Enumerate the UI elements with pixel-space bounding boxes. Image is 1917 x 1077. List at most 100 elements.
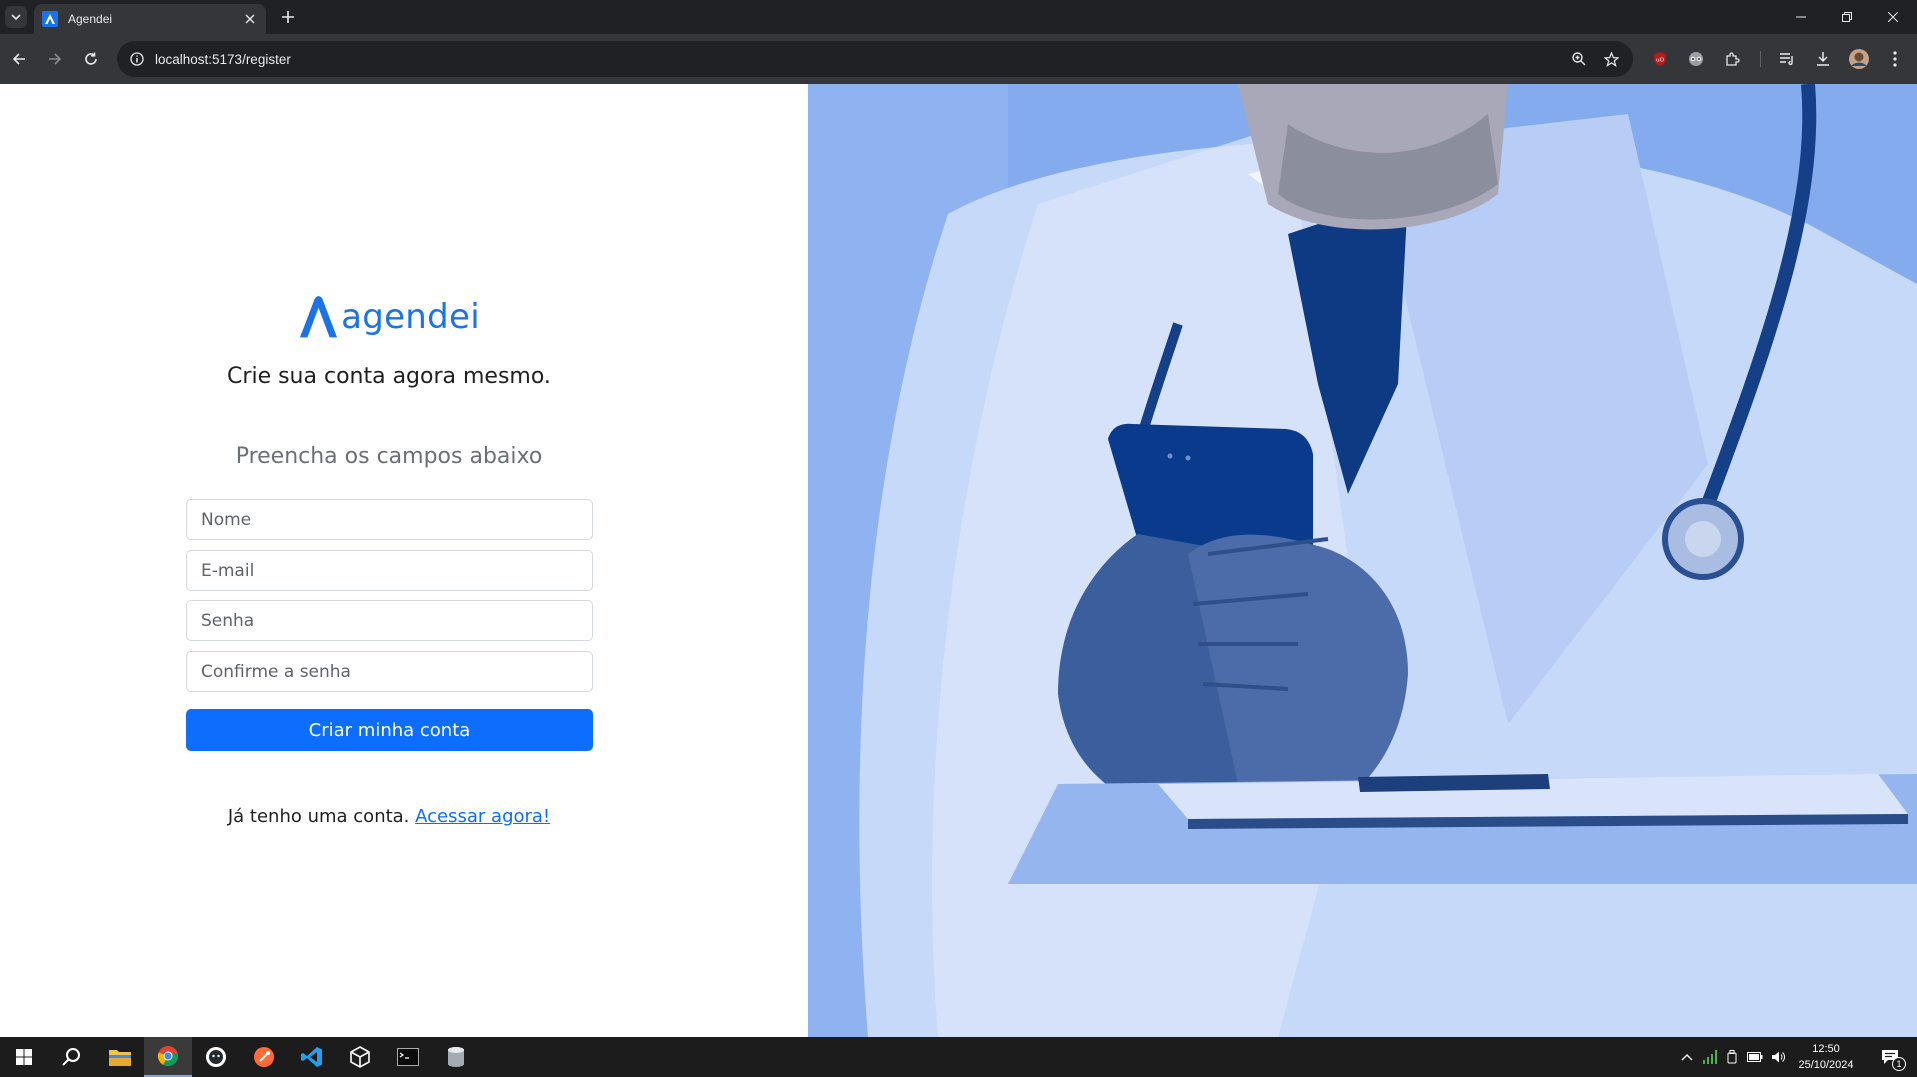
- agendei-favicon-icon: [42, 11, 58, 27]
- agendei-logo-icon: [300, 296, 338, 338]
- vscode-icon: [301, 1047, 322, 1067]
- browser-toolbar: localhost:5173/register uO: [0, 34, 1917, 84]
- page-title: Crie sua conta agora mesmo.: [227, 364, 551, 389]
- speaker-icon: [1772, 1051, 1785, 1063]
- battery-status[interactable]: [1744, 1037, 1766, 1077]
- bookmark-button[interactable]: [1601, 49, 1621, 69]
- doctor-illustration: [808, 84, 1917, 1037]
- start-button[interactable]: [0, 1037, 48, 1077]
- notification-center-button[interactable]: 1: [1872, 1037, 1908, 1077]
- database-icon: [448, 1047, 464, 1067]
- eyes-extension-button[interactable]: [1684, 47, 1708, 71]
- extensions-button[interactable]: [1721, 47, 1745, 71]
- minimize-icon: [1796, 16, 1806, 18]
- avatar: [1849, 49, 1869, 69]
- close-window-button[interactable]: [1870, 0, 1916, 34]
- plus-icon: [282, 11, 294, 23]
- zoom-button[interactable]: [1569, 49, 1589, 69]
- profile-button[interactable]: [1847, 47, 1871, 71]
- notification-count-badge: 1: [1892, 1057, 1906, 1071]
- restore-icon: [1842, 12, 1852, 22]
- chrome-icon: [157, 1046, 178, 1067]
- eyes-icon: [1689, 52, 1703, 66]
- windows-taskbar: 12:50 25/10/2024 1: [0, 1037, 1917, 1077]
- clock-time: 12:50: [1812, 1043, 1840, 1055]
- more-vertical-icon: [1893, 51, 1897, 67]
- star-icon: [1603, 51, 1619, 67]
- toolbar-divider: [1760, 51, 1761, 67]
- svg-text:uO: uO: [1656, 58, 1664, 64]
- password-input[interactable]: [186, 600, 593, 641]
- minimize-button[interactable]: [1778, 0, 1824, 34]
- tab-search-button[interactable]: [5, 6, 27, 28]
- reload-icon: [85, 52, 97, 65]
- page-viewport: agendei Crie sua conta agora mesmo. Pree…: [0, 84, 1917, 1037]
- windows-logo-icon: [16, 1049, 32, 1065]
- usb-drive-icon: [1727, 1050, 1737, 1064]
- chevron-up-icon: [1681, 1054, 1693, 1061]
- reload-button[interactable]: [79, 47, 103, 71]
- close-icon: [1888, 12, 1898, 22]
- ublock-icon: uO: [1654, 52, 1666, 66]
- volume-control[interactable]: [1768, 1037, 1788, 1077]
- tab-strip: Agendei: [0, 0, 1917, 34]
- url-text: localhost:5173/register: [155, 51, 291, 67]
- database-app-button[interactable]: [432, 1037, 480, 1077]
- download-icon: [1817, 52, 1829, 66]
- back-button[interactable]: [7, 47, 31, 71]
- search-icon: [62, 1048, 80, 1066]
- chevron-down-icon: [11, 14, 21, 21]
- ublock-extension-button[interactable]: uO: [1648, 47, 1672, 71]
- address-bar[interactable]: localhost:5173/register: [117, 41, 1633, 77]
- register-panel: agendei Crie sua conta agora mesmo. Pree…: [0, 84, 808, 1037]
- file-explorer-button[interactable]: [96, 1037, 144, 1077]
- arrow-right-icon: [49, 53, 62, 65]
- network-status[interactable]: [1700, 1037, 1720, 1077]
- terminal-button[interactable]: [384, 1037, 432, 1077]
- form-subtitle: Preencha os campos abaixo: [235, 444, 543, 469]
- folder-icon: [109, 1050, 131, 1066]
- battery-icon: [1747, 1052, 1763, 1062]
- logo-text: agendei: [341, 297, 480, 337]
- browser-menu-button[interactable]: [1883, 47, 1907, 71]
- site-info-button[interactable]: [127, 49, 147, 69]
- name-input[interactable]: [186, 499, 593, 540]
- tab-close-button[interactable]: [242, 11, 258, 27]
- signal-bars-icon: [1703, 1050, 1717, 1064]
- login-prompt-text: Já tenho uma conta.: [227, 806, 410, 827]
- close-icon: [245, 14, 255, 24]
- email-input[interactable]: [186, 550, 593, 591]
- chrome-taskbar-button[interactable]: [144, 1037, 192, 1077]
- media-controls-button[interactable]: [1775, 47, 1799, 71]
- brand-logo: agendei: [300, 294, 480, 340]
- login-link[interactable]: Acessar agora!: [415, 806, 550, 827]
- usb-status[interactable]: [1722, 1037, 1742, 1077]
- search-button[interactable]: [48, 1037, 96, 1077]
- postman-button[interactable]: [240, 1037, 288, 1077]
- confirm-password-input[interactable]: [186, 651, 593, 692]
- hero-image: [808, 84, 1917, 1037]
- login-prompt: Já tenho uma conta. Acessar agora!: [0, 806, 778, 827]
- system-clock[interactable]: 12:50 25/10/2024: [1786, 1041, 1866, 1073]
- vscode-button[interactable]: [288, 1037, 336, 1077]
- playlist-icon: [1780, 53, 1793, 66]
- postman-icon: [254, 1047, 274, 1067]
- github-desktop-button[interactable]: [192, 1037, 240, 1077]
- forward-button[interactable]: [43, 47, 67, 71]
- arrow-left-icon: [12, 53, 25, 65]
- cube-icon: [350, 1046, 370, 1068]
- info-icon: [130, 52, 144, 66]
- tab-title: Agendei: [68, 12, 113, 26]
- zoom-icon: [1572, 52, 1586, 66]
- virtualbox-button[interactable]: [336, 1037, 384, 1077]
- terminal-icon: [397, 1048, 419, 1066]
- restore-button[interactable]: [1824, 0, 1870, 34]
- new-tab-button[interactable]: [278, 7, 298, 27]
- browser-tab[interactable]: Agendei: [34, 4, 266, 34]
- downloads-button[interactable]: [1811, 47, 1835, 71]
- github-icon: [206, 1047, 226, 1067]
- puzzle-icon: [1726, 52, 1740, 66]
- create-account-button[interactable]: Criar minha conta: [186, 709, 593, 751]
- show-hidden-icons-button[interactable]: [1676, 1037, 1698, 1077]
- clock-date: 25/10/2024: [1798, 1059, 1854, 1071]
